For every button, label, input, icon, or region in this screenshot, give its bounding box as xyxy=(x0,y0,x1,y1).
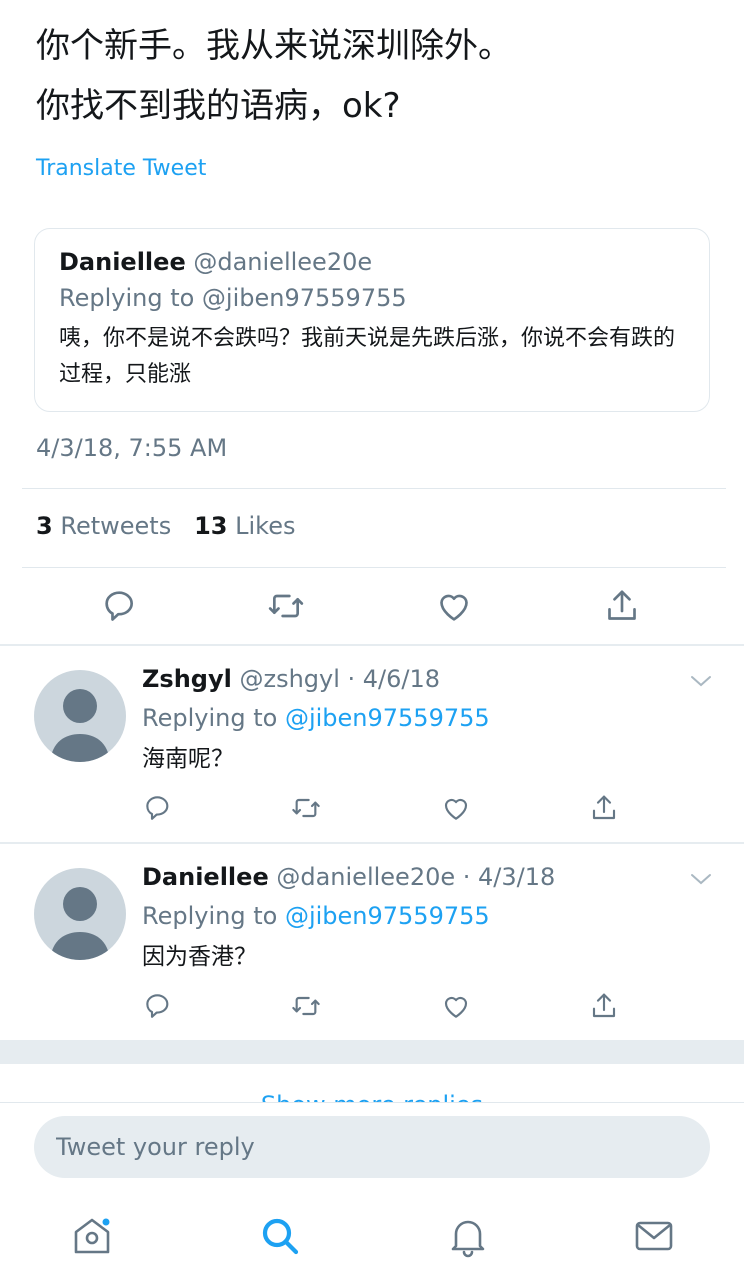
home-icon[interactable] xyxy=(70,1214,114,1258)
heart-icon[interactable] xyxy=(434,586,474,626)
heart-icon[interactable] xyxy=(440,792,472,824)
reply-tweet[interactable]: Zshgyl @zshgyl · 4/6/18 Replying to @jib… xyxy=(0,646,744,842)
replying-to-prefix: Replying to xyxy=(142,902,285,930)
retweets-count: 3 xyxy=(36,512,53,540)
tweet-reply-input[interactable] xyxy=(34,1116,710,1178)
mention-link[interactable]: @jiben97559755 xyxy=(285,704,490,732)
tweet-body: 你个新手。我从来说深圳除外。 你找不到我的语病，ok? xyxy=(36,18,726,138)
reply-author-name: Daniellee xyxy=(142,863,269,891)
quoted-tweet-text: 咦，你不是说不会跌吗？我前天说是先跌后涨，你说不会有跌的过程，只能涨 xyxy=(59,326,676,387)
bottom-tab-bar xyxy=(0,1196,744,1280)
share-icon[interactable] xyxy=(602,586,642,626)
reply-author-meta: @daniellee20e · 4/3/18 xyxy=(276,863,556,891)
reply-icon[interactable] xyxy=(142,792,174,824)
search-icon[interactable] xyxy=(258,1214,302,1258)
avatar[interactable] xyxy=(34,670,126,762)
retweet-icon[interactable] xyxy=(290,990,322,1022)
replying-to-prefix: Replying to xyxy=(142,704,285,732)
heart-icon[interactable] xyxy=(440,990,472,1022)
avatar[interactable] xyxy=(34,868,126,960)
quoted-tweet-name: Daniellee xyxy=(59,248,186,276)
retweet-icon[interactable] xyxy=(290,792,322,824)
mail-icon[interactable] xyxy=(632,1214,676,1258)
quoted-tweet-handle: @daniellee20e xyxy=(193,248,373,276)
reply-author: Daniellee @daniellee20e · 4/3/18 xyxy=(142,860,555,894)
reply-author: Zshgyl @zshgyl · 4/6/18 xyxy=(142,662,440,696)
section-separator xyxy=(0,1040,744,1064)
divider xyxy=(22,567,726,568)
reply-replying-to: Replying to @jiben97559755 xyxy=(142,898,490,934)
reply-author-name: Zshgyl xyxy=(142,665,232,693)
retweets-label: Retweets xyxy=(60,512,172,540)
reply-action-bar xyxy=(0,990,744,1024)
reply-icon[interactable] xyxy=(100,586,140,626)
tweet-text-line-1: 你个新手。我从来说深圳除外。 xyxy=(36,26,512,66)
chevron-down-icon[interactable] xyxy=(690,674,712,688)
reply-author-meta: @zshgyl · 4/6/18 xyxy=(239,665,441,693)
retweet-icon[interactable] xyxy=(266,586,306,626)
mention-link[interactable]: @jiben97559755 xyxy=(285,902,490,930)
chevron-down-icon[interactable] xyxy=(690,872,712,886)
translate-tweet-link[interactable]: Translate Tweet xyxy=(36,156,206,181)
quoted-tweet-replying-to: Replying to @jiben97559755 xyxy=(59,284,407,312)
likes-label: Likes xyxy=(235,512,296,540)
reply-text: 海南呢？ xyxy=(142,746,234,772)
likes-stat[interactable]: 13 Likes xyxy=(194,512,295,540)
divider xyxy=(22,488,726,489)
quoted-tweet-card[interactable]: Daniellee @daniellee20e Replying to @jib… xyxy=(34,228,710,412)
reply-replying-to: Replying to @jiben97559755 xyxy=(142,700,490,736)
share-icon[interactable] xyxy=(588,990,620,1022)
bell-icon[interactable] xyxy=(446,1214,490,1258)
tweet-timestamp: 4/3/18, 7:55 AM xyxy=(36,434,228,462)
quoted-tweet-author: Daniellee @daniellee20e xyxy=(59,245,685,279)
reply-action-bar xyxy=(0,792,744,826)
likes-count: 13 xyxy=(194,512,228,540)
tweet-text-line-2: 你找不到我的语病，ok? xyxy=(36,86,401,126)
tweet-stats: 3 Retweets 13 Likes xyxy=(36,512,296,540)
retweets-stat[interactable]: 3 Retweets xyxy=(36,512,171,540)
tweet-action-bar xyxy=(0,586,744,630)
reply-icon[interactable] xyxy=(142,990,174,1022)
reply-text: 因为香港？ xyxy=(142,944,257,970)
reply-tweet[interactable]: Daniellee @daniellee20e · 4/3/18 Replyin… xyxy=(0,844,744,1040)
share-icon[interactable] xyxy=(588,792,620,824)
